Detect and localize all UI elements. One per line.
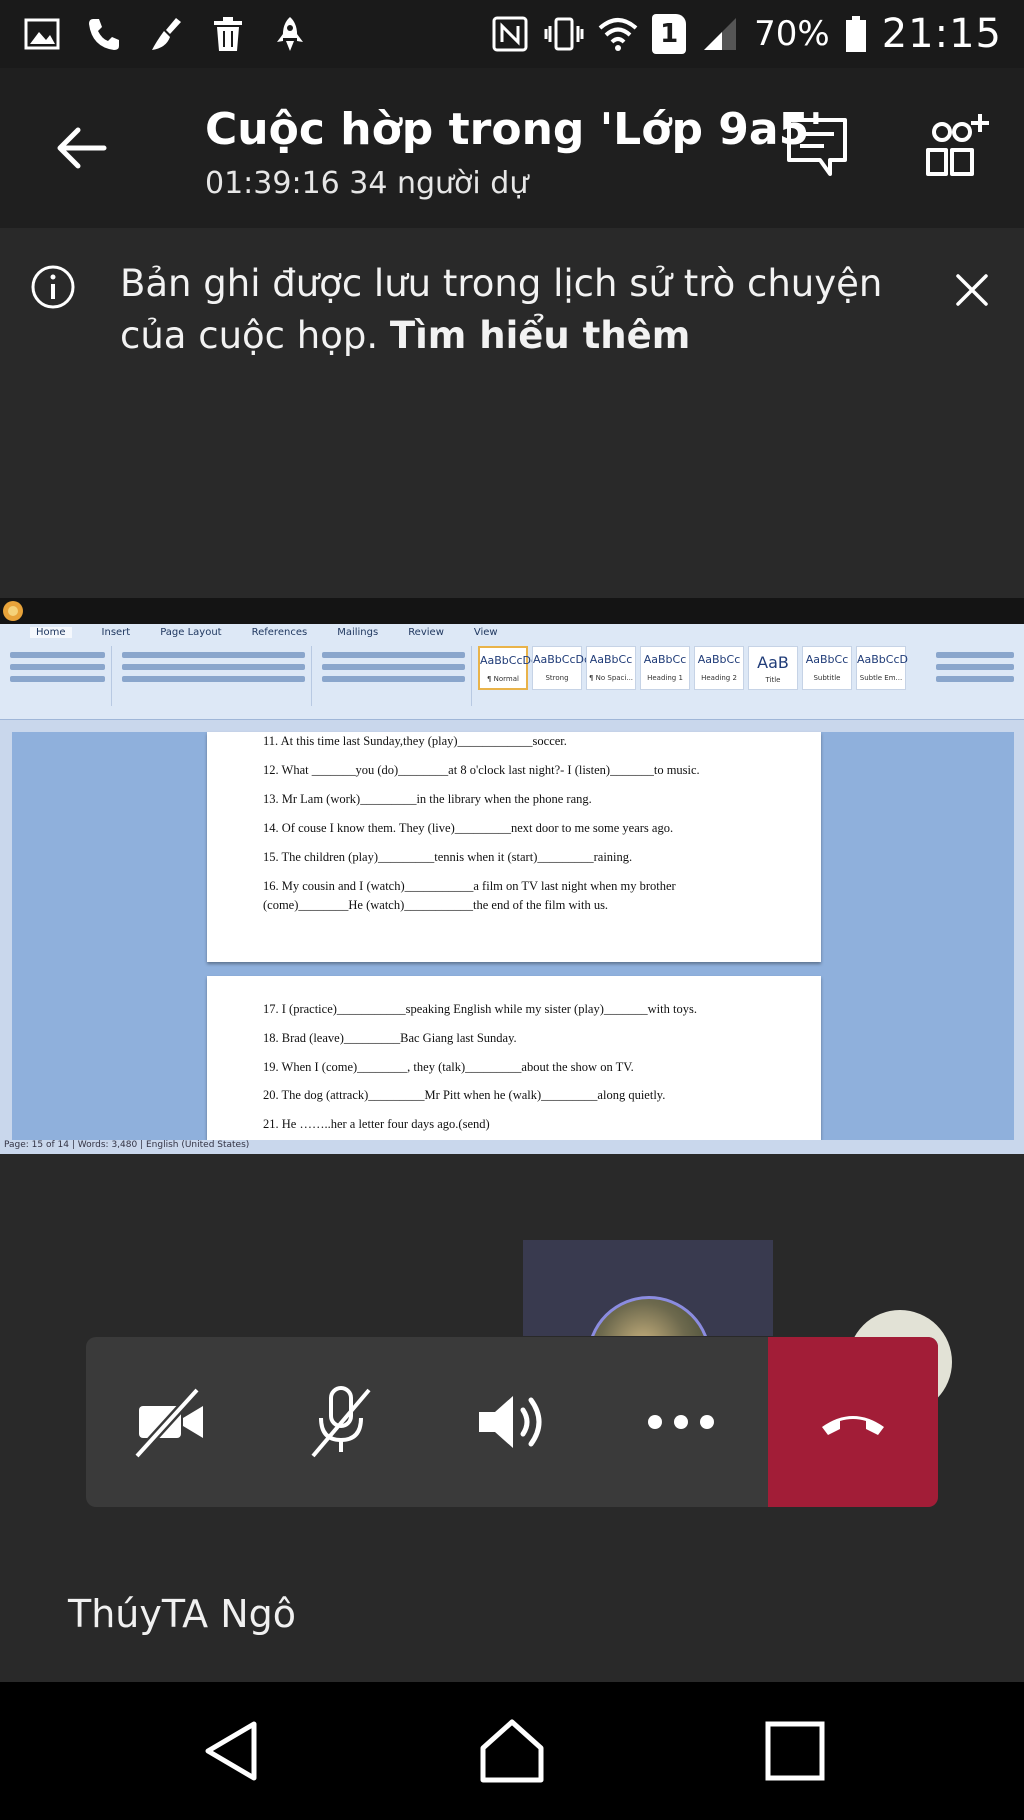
word-title-bar [0,598,1024,624]
ribbon-tab-mailings: Mailings [337,627,379,638]
style-subtitle: AaBbCc Subtitle [802,646,852,690]
meeting-header: Cuộc hờp trong 'Lớp 9a5' 01:39:16 34 ngư… [0,68,1024,228]
question-line: 17. I (practice)___________speaking Engl… [263,1002,697,1016]
ribbon-tab-review: Review [408,627,444,638]
hang-up-button[interactable] [768,1337,938,1507]
ribbon-tabs: Home Insert Page Layout References Maili… [30,627,498,638]
ribbon-tab-references: References [251,627,308,638]
document-page: 11. At this time last Sunday,they (play)… [207,732,821,962]
phone-icon [89,19,119,50]
style-no-spacing: AaBbCc ¶ No Spaci... [586,646,636,690]
ribbon-tab-page-layout: Page Layout [160,627,222,638]
style-heading-2: AaBbCc Heading 2 [694,646,744,690]
broom-icon [152,18,181,50]
info-icon [31,265,75,309]
speaker-button[interactable] [426,1337,596,1507]
ribbon-tab-insert: Insert [101,627,131,638]
participant-name: ThúyTA Ngô [68,1592,296,1636]
question-line: 20. The dog (attrack)_________Mr Pitt wh… [263,1088,666,1102]
trash-icon [214,17,242,51]
hang-up-icon [822,1416,884,1435]
style-title: AaB Title [748,646,798,690]
question-line: 16. My cousin and I (watch)___________a … [263,879,676,893]
participant-tile[interactable] [523,1240,773,1336]
style-subtle-emphasis: AaBbCcD Subtle Em... [856,646,908,690]
ribbon-tab-view: View [473,627,498,638]
more-options-button[interactable] [596,1337,766,1507]
notice-text: Bản ghi được lưu trong lịch sử trò chuyệ… [120,258,900,362]
recents-nav-icon[interactable] [760,1716,830,1786]
word-status-bar: Page: 15 of 14 | Words: 3,480 | English … [0,1140,1024,1154]
battery-percent: 70% [754,14,830,54]
ribbon-paragraph-group [316,646,472,706]
vertical-ruler [0,732,12,1140]
camera-toggle-button[interactable] [86,1337,256,1507]
word-ribbon: Home Insert Page Layout References Maili… [0,624,1024,720]
mic-off-icon [311,1386,371,1458]
signal-icon [704,18,737,50]
ribbon-tab-home: Home [30,627,72,638]
style-heading-1: AaBbCc Heading 1 [640,646,690,690]
navigation-bar [0,1682,1024,1820]
battery-icon [845,16,866,52]
question-line: 18. Brad (leave)_________Bac Giang last … [263,1031,517,1045]
question-line: 21. He ……..her a letter four days ago.(s… [263,1117,490,1131]
back-nav-icon[interactable] [198,1716,268,1786]
document-page: 17. I (practice)___________speaking Engl… [207,976,821,1140]
vibrate-icon [544,17,584,51]
meeting-title: Cuộc hờp trong 'Lớp 9a5' [205,104,823,155]
back-arrow-icon[interactable] [50,118,110,178]
camera-off-icon [133,1386,203,1460]
sim-1-icon: 1 [652,14,687,54]
learn-more-link[interactable]: Tìm hiểu thêm [390,314,690,357]
more-icon [648,1415,714,1429]
status-bar: 1 70% 21:15 [0,0,1024,68]
question-line: (come)________He (watch)___________the e… [263,898,609,912]
speaker-icon [479,1396,542,1448]
ribbon-font-group [116,646,312,706]
question-line: 13. Mr Lam (work)_________in the library… [263,792,592,806]
rocket-icon [277,17,303,51]
shared-screen[interactable]: Home Insert Page Layout References Maili… [0,598,1024,1154]
question-line: 15. The children (play)_________tennis w… [263,850,633,864]
style-strong: AaBbCcDc Strong [532,646,590,690]
question-line: 12. What _______you (do)________at 8 o'c… [263,763,700,777]
call-controls [86,1337,938,1507]
mic-toggle-button[interactable] [256,1337,426,1507]
clock: 21:15 [881,11,1002,57]
question-line: 19. When I (come)________, they (talk)__… [263,1060,634,1074]
meeting-duration-participants: 01:39:16 34 người dự [205,166,529,201]
question-line: 11. At this time last Sunday,they (play)… [263,734,567,748]
add-participant-icon[interactable] [918,110,992,180]
nfc-icon [492,16,528,52]
horizontal-ruler [0,720,1024,732]
question-line: 14. Of couse I know them. They (live)___… [263,821,674,835]
office-button-icon [3,601,23,621]
wifi-icon [598,18,638,51]
chat-icon[interactable] [784,114,850,180]
home-nav-icon[interactable] [477,1716,547,1786]
document-scrollbar [1014,732,1024,1140]
ribbon-editing-group [930,646,1020,706]
close-icon[interactable] [954,272,990,308]
style-normal: AaBbCcDc ¶ Normal [478,646,537,690]
gallery-icon [24,18,60,50]
recording-notice: Bản ghi được lưu trong lịch sử trò chuyệ… [0,228,1024,598]
avatar [587,1296,711,1336]
ribbon-clipboard-group [4,646,112,706]
ribbon-styles-group: AaBbCcDc ¶ Normal AaBbCcDc Strong AaBbCc ¶ … [478,646,908,690]
